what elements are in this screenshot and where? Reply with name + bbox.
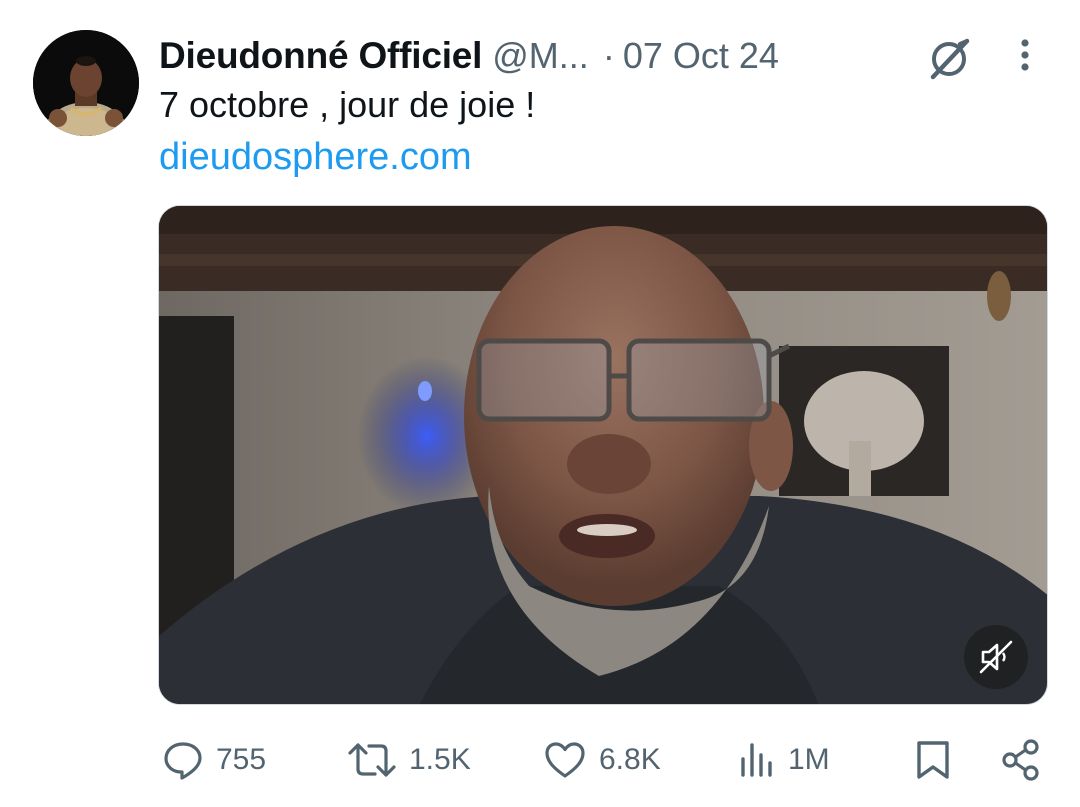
more-vertical-icon[interactable]: [1010, 36, 1040, 76]
retweet-button[interactable]: 1.5K: [347, 730, 471, 790]
tweet-link[interactable]: dieudosphere.com: [159, 136, 472, 179]
user-handle[interactable]: @M...: [492, 35, 589, 77]
tweet-date[interactable]: 07 Oct 24: [623, 35, 779, 77]
like-button[interactable]: 6.8K: [543, 730, 661, 790]
bookmark-icon: [917, 741, 949, 779]
action-bar: 755 1.5K 6.8K 1M: [0, 730, 1080, 790]
avatar[interactable]: [33, 30, 139, 136]
views-button[interactable]: 1M: [738, 730, 830, 790]
retweet-icon: [348, 743, 396, 777]
tweet: Dieudonné Officiel @M... · 07 Oct 24 7 o…: [0, 0, 1080, 807]
heart-icon: [545, 742, 585, 778]
video-player[interactable]: [158, 205, 1048, 705]
retweet-count: 1.5K: [409, 743, 471, 776]
grok-icon[interactable]: [925, 35, 973, 83]
view-count: 1M: [788, 743, 830, 776]
muted-speaker-icon: [979, 640, 1013, 674]
share-button[interactable]: [1000, 730, 1042, 790]
separator-dot: ·: [602, 35, 615, 76]
reply-count: 755: [216, 743, 267, 776]
share-icon: [1002, 739, 1039, 781]
tweet-text: 7 octobre , jour de joie !: [159, 84, 536, 125]
like-count: 6.8K: [599, 743, 661, 776]
reply-icon: [164, 742, 202, 780]
video-frame: [159, 206, 1047, 704]
reply-button[interactable]: 755: [162, 730, 266, 790]
avatar-image: [33, 30, 139, 136]
display-name[interactable]: Dieudonné Officiel: [159, 35, 482, 77]
analytics-icon: [741, 743, 772, 777]
bookmark-button[interactable]: [914, 730, 952, 790]
mute-button[interactable]: [964, 625, 1028, 689]
tweet-header: Dieudonné Officiel @M... · 07 Oct 24: [159, 30, 779, 82]
